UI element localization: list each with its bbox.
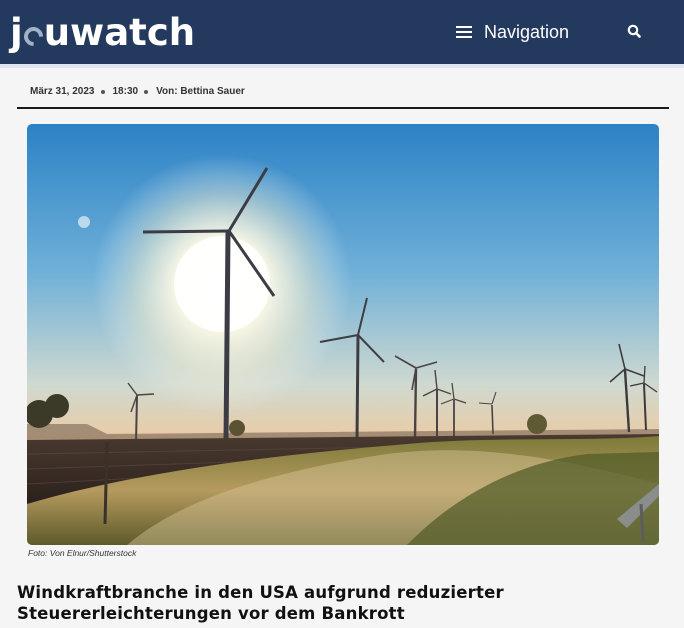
navigation-button[interactable]: Navigation [456, 19, 569, 45]
article-time: 18:30 [112, 85, 139, 97]
meta-separator-dot [100, 90, 105, 94]
article-headline[interactable]: Windkraftbranche in den USA aufgrund red… [17, 582, 667, 624]
hero-image [27, 124, 659, 545]
meta-rule [17, 107, 669, 109]
logo-letter-j: j [10, 10, 23, 54]
article-author[interactable]: Von: Bettina Sauer [156, 86, 245, 97]
logo-wordmark: uwatch [43, 10, 196, 54]
article-meta: März 31, 2023 18:30 Von: Bettina Sauer [30, 84, 245, 98]
logo-o-ring [19, 22, 47, 50]
image-caption: Foto: Von Elnur/Shutterstock [28, 548, 137, 558]
site-header: j uwatch Navigation [0, 0, 684, 64]
site-logo[interactable]: j uwatch [10, 8, 195, 56]
article-date: März 31, 2023 [30, 85, 95, 97]
search-icon[interactable] [626, 23, 644, 41]
hamburger-icon [456, 26, 472, 38]
header-divider [0, 64, 684, 68]
meta-separator-dot [144, 90, 149, 94]
navigation-label: Navigation [484, 21, 570, 42]
